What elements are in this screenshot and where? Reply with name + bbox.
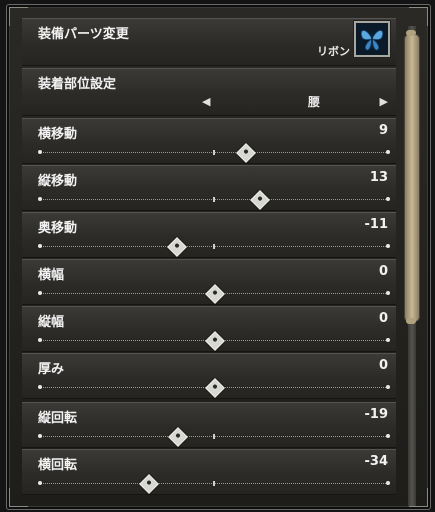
attach-part-row: 装着部位設定 ◀ 腰 ▶ bbox=[22, 68, 396, 116]
slider-center-mark bbox=[213, 434, 215, 439]
slider-min-dot bbox=[38, 197, 42, 201]
slider-min-dot bbox=[38, 385, 42, 389]
slider-label: 縦幅 bbox=[38, 315, 65, 330]
slider-value: 9 bbox=[378, 123, 388, 138]
slider-label: 縦回転 bbox=[38, 411, 78, 426]
slider-min-dot bbox=[38, 150, 42, 154]
slider-value: 0 bbox=[378, 311, 388, 326]
frame-corner bbox=[409, 7, 428, 26]
slider-value: -19 bbox=[364, 407, 389, 422]
slider-row: 横回転 -34 bbox=[22, 449, 396, 495]
next-part-arrow-icon[interactable]: ▶ bbox=[380, 95, 388, 108]
slider-thumb[interactable] bbox=[168, 427, 189, 447]
slider-max-dot bbox=[386, 291, 390, 295]
scrollbar-cap bbox=[406, 318, 416, 324]
slider-center-mark bbox=[213, 150, 215, 155]
slider-thumb[interactable] bbox=[205, 331, 225, 351]
slider-thumb[interactable] bbox=[205, 378, 225, 398]
slider-value: -11 bbox=[364, 217, 389, 232]
slider-track[interactable] bbox=[38, 143, 390, 163]
slider-label: 横幅 bbox=[38, 268, 65, 283]
slider-label: 縦移動 bbox=[38, 174, 78, 189]
window-header: 装備パーツ変更 リボン bbox=[22, 18, 396, 66]
scrollbar-thumb[interactable] bbox=[404, 34, 420, 322]
slider-max-dot bbox=[386, 150, 390, 154]
slider-thumb[interactable] bbox=[166, 237, 187, 257]
slider-min-dot bbox=[38, 481, 42, 485]
slider-max-dot bbox=[386, 244, 390, 248]
slider-max-dot bbox=[386, 197, 390, 201]
slider-track[interactable] bbox=[38, 378, 390, 398]
slider-min-dot bbox=[38, 434, 42, 438]
slider-row: 横幅 0 bbox=[22, 259, 396, 305]
slider-min-dot bbox=[38, 291, 42, 295]
item-name: リボン bbox=[317, 45, 350, 58]
slider-track[interactable] bbox=[38, 474, 390, 494]
slider-value: 13 bbox=[369, 170, 388, 185]
slider-track[interactable] bbox=[38, 190, 390, 210]
slider-row: 奥移動 -11 bbox=[22, 212, 396, 258]
slider-track[interactable] bbox=[38, 427, 390, 447]
slider-thumb[interactable] bbox=[139, 474, 160, 494]
slider-label: 横移動 bbox=[38, 127, 78, 142]
slider-max-dot bbox=[386, 338, 390, 342]
slider-center-mark bbox=[213, 197, 215, 202]
slider-row: 縦移動 13 bbox=[22, 165, 396, 211]
slider-center-mark bbox=[213, 244, 215, 249]
slider-max-dot bbox=[386, 385, 390, 389]
scrollbar-cap bbox=[406, 30, 416, 36]
slider-row: 縦回転 -19 bbox=[22, 402, 396, 448]
slider-label: 奥移動 bbox=[38, 221, 78, 236]
slider-track[interactable] bbox=[38, 237, 390, 257]
slider-label: 横回転 bbox=[38, 458, 78, 473]
butterfly-ribbon-icon[interactable] bbox=[354, 21, 390, 57]
slider-track[interactable] bbox=[38, 284, 390, 304]
attach-part-value: 腰 bbox=[308, 95, 321, 109]
slider-value: 0 bbox=[378, 264, 388, 279]
slider-thumb[interactable] bbox=[236, 143, 257, 163]
slider-row: 横移動 9 bbox=[22, 118, 396, 164]
slider-value: 0 bbox=[378, 358, 388, 373]
slider-center-mark bbox=[213, 481, 215, 486]
window-title: 装備パーツ変更 bbox=[38, 27, 129, 42]
slider-row: 縦幅 0 bbox=[22, 306, 396, 352]
slider-track[interactable] bbox=[38, 331, 390, 351]
slider-value: -34 bbox=[364, 454, 389, 469]
slider-thumb[interactable] bbox=[205, 284, 225, 304]
slider-row: 厚み 0 bbox=[22, 353, 396, 399]
slider-min-dot bbox=[38, 244, 42, 248]
prev-part-arrow-icon[interactable]: ◀ bbox=[202, 95, 210, 108]
slider-thumb[interactable] bbox=[250, 190, 271, 210]
slider-min-dot bbox=[38, 338, 42, 342]
slider-max-dot bbox=[386, 434, 390, 438]
slider-label: 厚み bbox=[38, 362, 65, 377]
slider-max-dot bbox=[386, 481, 390, 485]
attach-part-label: 装着部位設定 bbox=[38, 77, 117, 92]
